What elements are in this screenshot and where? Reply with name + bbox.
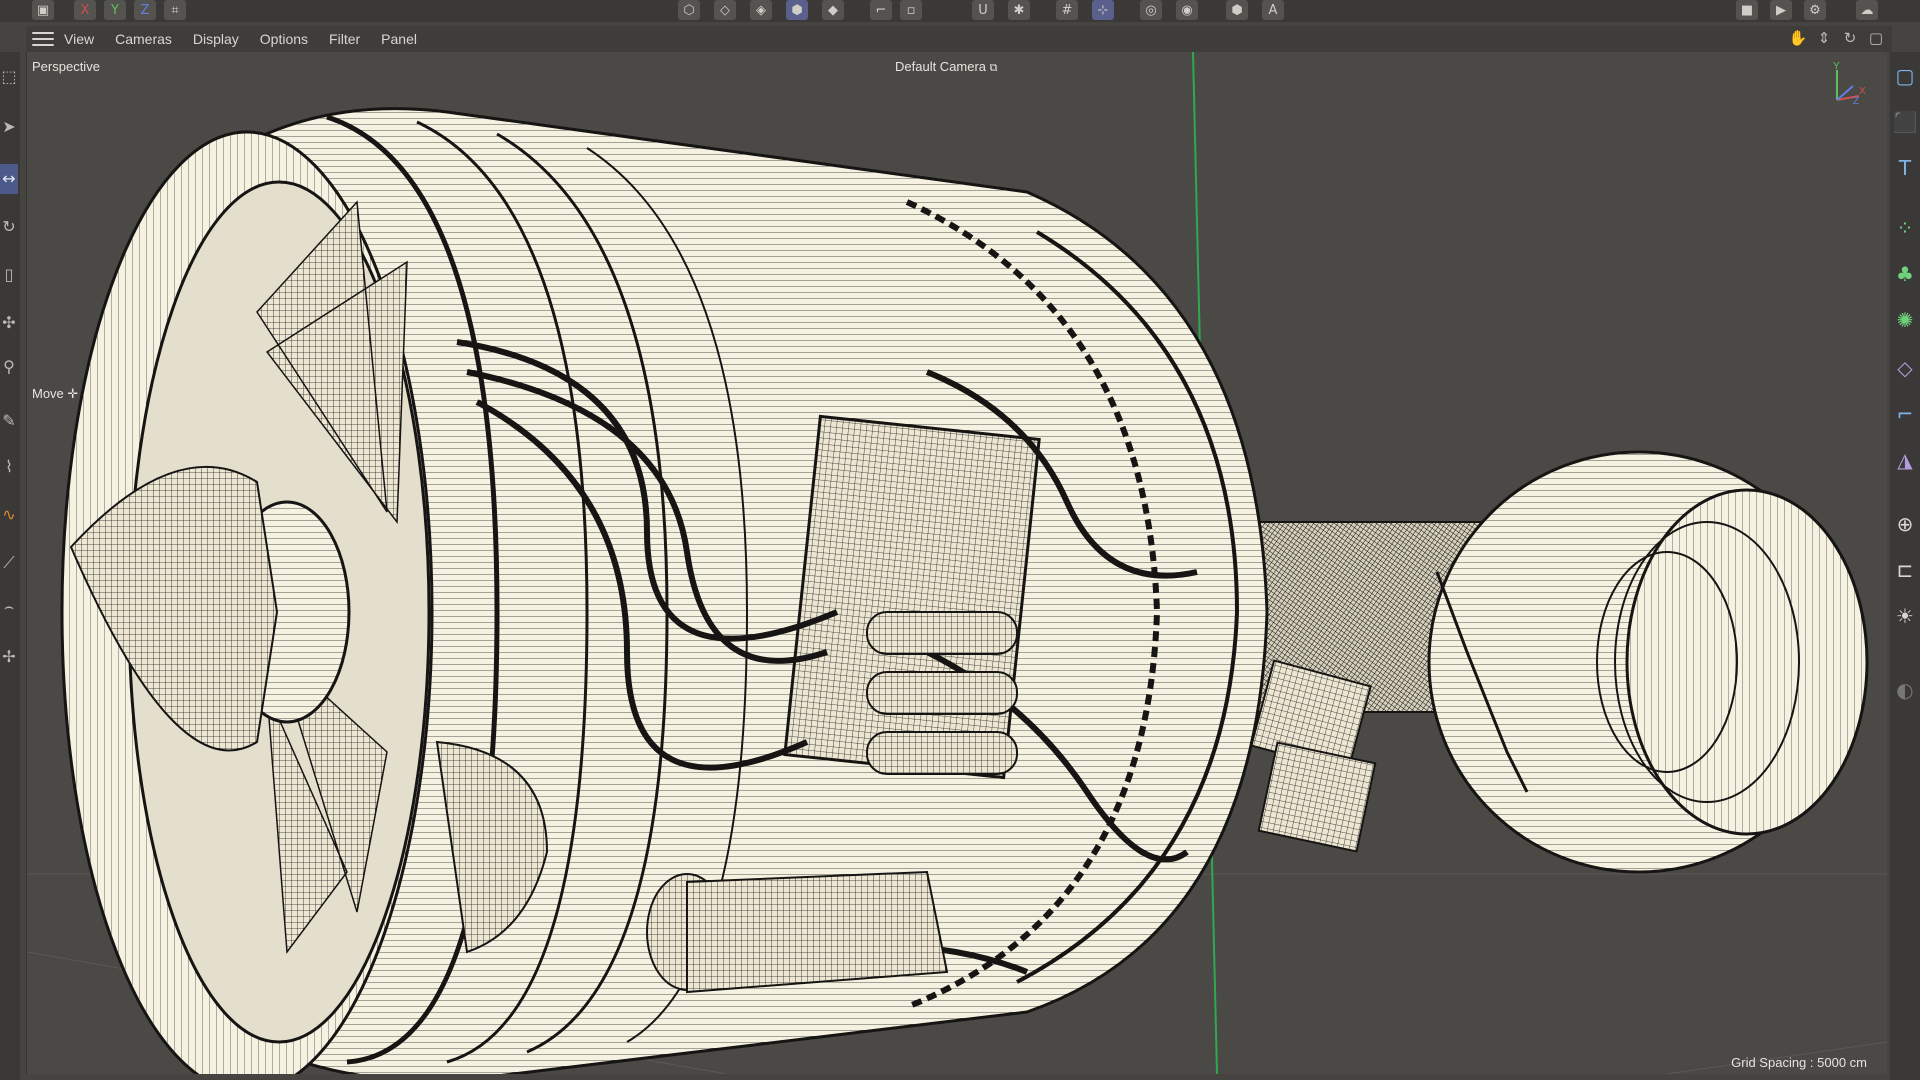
menu-options[interactable]: Options xyxy=(260,31,308,47)
camera-icon[interactable]: ⌐ xyxy=(1892,396,1918,432)
menu-view[interactable]: View xyxy=(64,31,94,47)
null-icon[interactable]: ◮ xyxy=(1892,442,1918,478)
edges-mode-icon[interactable]: ◇ xyxy=(714,0,736,20)
orbit-icon[interactable]: ↻ xyxy=(1840,28,1860,48)
shared-icon[interactable]: ☁ xyxy=(1856,0,1878,20)
mograph-cloner-icon[interactable]: ⁘ xyxy=(1892,210,1918,246)
uv-mode-icon[interactable]: ◆ xyxy=(822,0,844,20)
right-object-palette: ▢ ⬛ T ⁘ ♣ ✺ ◇ ⌐ ◮ ⊕ ⊏ ☀ ◐ xyxy=(1890,52,1920,1080)
move-tool-icon[interactable]: ↔ xyxy=(0,164,18,194)
text-icon[interactable]: T xyxy=(1892,150,1918,186)
quantize-icon[interactable]: ⊹ xyxy=(1092,0,1114,20)
coordinate-system-icon[interactable]: ⌗ xyxy=(164,0,186,20)
render-icon[interactable]: ◎ xyxy=(1140,0,1162,20)
snap-settings-icon[interactable]: ▫ xyxy=(900,0,922,20)
material-preview-icon[interactable]: ◐ xyxy=(1892,672,1918,708)
snap-icon[interactable]: U xyxy=(972,0,994,20)
cinema4d-window: ▣ X Y Z ⌗ ⬡ ◇ ◈ ⬢ ◆ ⌐ ▫ U ✱ # ⊹ ◎ ◉ ⬢ A … xyxy=(0,0,1920,1080)
snap-tool-icon[interactable]: ⚲ xyxy=(0,352,18,382)
axis-gizmo: Y X Z xyxy=(1833,61,1866,106)
active-tool-label: Move ✛ xyxy=(32,386,78,402)
axis-x-label: X xyxy=(1859,86,1866,97)
cube-points-icon[interactable]: ⬡ xyxy=(678,0,700,20)
axis-z-label: Z xyxy=(1853,96,1859,106)
menu-display[interactable]: Display xyxy=(193,31,239,47)
viewport-navigation: ✋ ⇕ ↻ ▢ xyxy=(1788,28,1886,48)
viewport-menu-bar: View Cameras Display Options Filter Pane… xyxy=(26,26,1892,52)
maximize-view-icon[interactable]: ▢ xyxy=(1866,28,1886,48)
grid-spacing-label: Grid Spacing : 5000 cm xyxy=(1731,1055,1867,1070)
generator-icon[interactable]: ♣ xyxy=(1892,256,1918,292)
engine-intake-fan xyxy=(60,130,434,1074)
knife-icon[interactable]: ⟋ xyxy=(0,548,18,578)
edit-render-settings-icon[interactable]: ⚙ xyxy=(1804,0,1826,20)
camera-name-label[interactable]: Default Camera ⧉ xyxy=(895,59,998,75)
spline-icon[interactable]: ∿ xyxy=(0,500,18,530)
material-icon[interactable]: ⬢ xyxy=(1226,0,1248,20)
texture-icon[interactable]: A xyxy=(1262,0,1284,20)
tool-label-text: Move xyxy=(32,386,64,401)
hamburger-menu-icon[interactable] xyxy=(32,30,54,48)
menu-cameras[interactable]: Cameras xyxy=(115,31,172,47)
render-picture-viewer-icon[interactable]: ▶ xyxy=(1770,0,1792,20)
brush-icon[interactable]: ⌇ xyxy=(0,452,18,482)
transform-icon[interactable]: ✣ xyxy=(0,308,18,338)
rectangle-icon[interactable]: ▢ xyxy=(1892,58,1918,94)
sculpt-icon[interactable]: ✢ xyxy=(0,642,18,672)
z-axis-lock-icon[interactable]: Z xyxy=(134,0,156,20)
model-mode-icon[interactable]: ◈ xyxy=(750,0,772,20)
move-select-icon[interactable]: ➤ xyxy=(0,112,18,142)
live-selection-icon[interactable]: ⬚ xyxy=(0,62,18,92)
polygons-mode-icon[interactable]: ⬢ xyxy=(786,0,808,20)
dolly-arrows-icon[interactable]: ⇕ xyxy=(1814,28,1834,48)
axis-y-label: Y xyxy=(1833,61,1840,72)
pen-tool-icon[interactable]: ✎ xyxy=(0,406,18,436)
workplane-icon[interactable]: # xyxy=(1056,0,1078,20)
top-toolbar: ▣ X Y Z ⌗ ⬡ ◇ ◈ ⬢ ◆ ⌐ ▫ U ✱ # ⊹ ◎ ◉ ⬢ A … xyxy=(0,0,1920,22)
camera-link-icon[interactable]: ⧉ xyxy=(990,61,998,74)
lamp-icon[interactable]: ⊏ xyxy=(1892,552,1918,588)
pan-hand-icon[interactable]: ✋ xyxy=(1788,28,1808,48)
render-view-icon[interactable]: ■ xyxy=(1736,0,1758,20)
sphere-grid-icon[interactable]: ⊕ xyxy=(1892,506,1918,542)
light-bulb-icon[interactable]: ☀ xyxy=(1892,598,1918,634)
deformer-icon[interactable]: ✺ xyxy=(1892,302,1918,338)
paint-icon[interactable]: ⌢ xyxy=(0,592,18,622)
environment-icon[interactable]: ◇ xyxy=(1892,350,1918,386)
rotate-tool-icon[interactable]: ↻ xyxy=(0,212,18,242)
viewport-scene xyxy=(27,52,1887,1074)
menu-filter[interactable]: Filter xyxy=(329,31,360,47)
left-tool-palette: ⬚ ➤ ↔ ↻ ▯ ✣ ⚲ ✎ ⌇ ∿ ⟋ ⌢ ✢ xyxy=(0,52,20,1080)
menu-panel[interactable]: Panel xyxy=(381,31,417,47)
x-axis-lock-icon[interactable]: X xyxy=(74,0,96,20)
y-axis-lock-icon[interactable]: Y xyxy=(104,0,126,20)
axis-mode-icon[interactable]: ⌐ xyxy=(870,0,892,20)
view-name-label[interactable]: Perspective xyxy=(32,59,100,74)
cube-icon[interactable]: ⬛ xyxy=(1892,104,1918,140)
scale-tool-icon[interactable]: ▯ xyxy=(0,260,18,290)
3d-viewport[interactable]: Perspective Default Camera ⧉ Move ✛ Y X … xyxy=(26,52,1887,1074)
snap-tool-settings-icon[interactable]: ✱ xyxy=(1008,0,1030,20)
render-settings-icon[interactable]: ◉ xyxy=(1176,0,1198,20)
render-region-icon[interactable]: ▣ xyxy=(32,0,54,20)
camera-name-text: Default Camera xyxy=(895,59,987,74)
move-cross-icon: ✛ xyxy=(67,387,79,402)
